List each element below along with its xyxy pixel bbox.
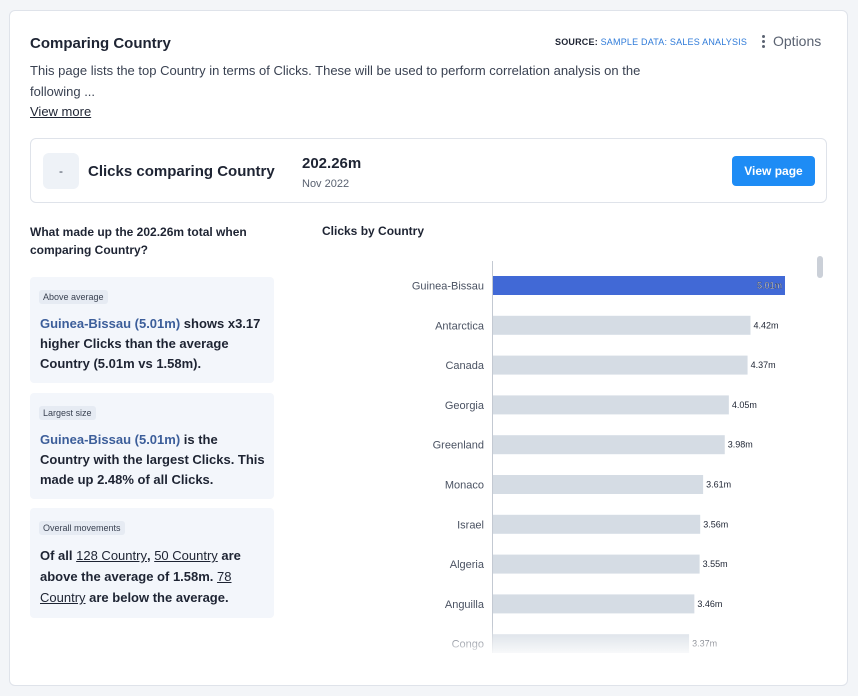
metric-icon: - <box>43 153 79 189</box>
metric-value: 202.26m <box>302 155 362 172</box>
bar-chart: Guinea-Bissau 5.01m Antarctica 4.42m Canada 4… <box>322 257 834 653</box>
insight-highlight: Guinea-Bissau (5.01m) <box>40 316 181 331</box>
bar-canada[interactable] <box>492 355 748 375</box>
bar-chart-svg: Guinea-Bissau 5.01m Antarctica 4.42m Canada 4… <box>412 261 785 653</box>
total-country-link[interactable]: 128 Country <box>76 548 147 563</box>
insight-above-average: Above average Guinea-Bissau (5.01m) show… <box>30 277 274 383</box>
bar-georgia[interactable] <box>492 395 729 415</box>
value-label: 3.56m <box>703 519 728 529</box>
category-label: Anguilla <box>445 599 485 611</box>
metric-date: Nov 2022 <box>302 178 350 190</box>
bar-guinea-bissau[interactable] <box>492 276 785 295</box>
value-label: 3.55m <box>703 559 728 569</box>
view-page-button[interactable]: View page <box>732 156 815 186</box>
source-link[interactable]: SAMPLE DATA: SALES ANALYSIS <box>601 37 747 47</box>
insight-body: are below the average. <box>85 590 229 605</box>
view-more-link[interactable]: View more <box>30 104 91 119</box>
category-label: Antarctica <box>435 320 485 332</box>
value-label: 3.46m <box>697 599 722 609</box>
value-label: 4.05m <box>732 400 757 410</box>
value-label: 5.01m <box>757 281 782 291</box>
page-description: This page lists the top Country in terms… <box>30 63 641 99</box>
metric-label: Clicks comparing Country <box>88 163 275 180</box>
category-label: Monaco <box>445 480 484 492</box>
page-title: Comparing Country <box>30 35 171 52</box>
bar-anguilla[interactable] <box>492 594 695 614</box>
value-label: 3.61m <box>706 480 731 490</box>
category-label: Greenland <box>433 440 484 452</box>
bar-antarctica[interactable] <box>492 315 751 335</box>
category-label: Georgia <box>445 400 485 412</box>
insight-badge: Largest size <box>39 406 96 420</box>
insights-question: What made up the 202.26m total when comp… <box>30 225 247 257</box>
chart-title: Clicks by Country <box>322 224 425 238</box>
insight-overall-movements: Overall movements Of all 128 Country, 50… <box>30 508 274 618</box>
summary-bar: - Clicks comparing Country 202.26m Nov 2… <box>30 138 827 203</box>
kebab-menu-icon <box>760 34 767 48</box>
value-label: 3.37m <box>692 639 717 649</box>
options-button[interactable]: Options <box>760 33 821 49</box>
source-info: SOURCE: SAMPLE DATA: SALES ANALYSIS <box>555 37 747 47</box>
insight-badge: Above average <box>39 290 108 304</box>
bar-israel[interactable] <box>492 514 701 534</box>
bar-congo[interactable] <box>492 634 690 653</box>
bar-monaco[interactable] <box>492 475 704 494</box>
insight-text: Of all 128 Country, 50 Country are above… <box>40 545 268 608</box>
category-label: Congo <box>452 639 484 651</box>
category-label: Israel <box>457 519 484 531</box>
above-country-link[interactable]: 50 Country <box>154 548 218 563</box>
category-label: Algeria <box>450 559 485 571</box>
insight-highlight: Guinea-Bissau (5.01m) <box>40 432 181 447</box>
options-label: Options <box>773 33 822 49</box>
chart-scrollbar[interactable] <box>817 256 823 278</box>
source-label: SOURCE: <box>555 37 598 47</box>
value-label: 4.37m <box>751 360 776 370</box>
value-label: 3.98m <box>728 440 753 450</box>
insight-text: Guinea-Bissau (5.01m) is the Country wit… <box>40 430 268 490</box>
bar-algeria[interactable] <box>492 554 700 574</box>
bar-greenland[interactable] <box>492 435 725 455</box>
insight-card: Comparing Country SOURCE: SAMPLE DATA: S… <box>9 10 848 686</box>
category-label: Canada <box>445 360 484 372</box>
value-label: 4.42m <box>753 320 778 330</box>
insight-text: Guinea-Bissau (5.01m) shows x3.17 higher… <box>40 314 268 374</box>
insight-largest-size: Largest size Guinea-Bissau (5.01m) is th… <box>30 393 274 499</box>
category-label: Guinea-Bissau <box>412 281 484 293</box>
insight-badge: Overall movements <box>39 521 125 535</box>
insight-body: Of all <box>40 548 77 563</box>
